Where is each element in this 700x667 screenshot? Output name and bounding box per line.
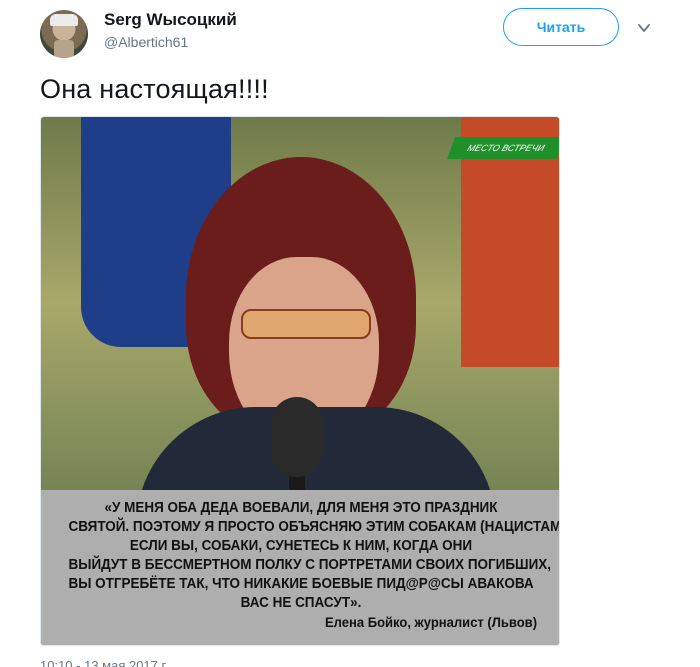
tv-banner: МЕСТО ВСТРЕЧИ — [446, 137, 559, 159]
follow-button[interactable]: Читать — [503, 8, 619, 46]
author-handle[interactable]: @Albertich61 — [104, 34, 188, 50]
quote-line: ВЫЙДУТ В БЕССМЕРТНОМ ПОЛКУ С ПОРТРЕТАМИ … — [68, 557, 552, 573]
tweet-header: Serg Wысоцкий @Albertich61 Читать — [40, 8, 670, 58]
microphone — [271, 397, 323, 477]
quote-line: СВЯТОЙ. ПОЭТОМУ Я ПРОСТО ОБЪЯСНЯЮ ЭТИМ С… — [68, 519, 560, 535]
chevron-down-icon[interactable] — [636, 20, 652, 36]
tweet-text: Она настоящая!!!! — [40, 74, 269, 104]
author-name[interactable]: Serg Wысоцкий — [104, 10, 237, 30]
quote-attribution: Елена Бойко, журналист (Львов) — [324, 614, 537, 630]
tweet-timestamp[interactable]: 10:10 - 13 мая 2017 г. — [40, 658, 168, 667]
tweet-image[interactable]: МЕСТО ВСТРЕЧИ «У МЕНЯ ОБА ДЕДА ВОЕВАЛИ, … — [40, 116, 560, 646]
quote-line: ВЫ ОТГРЕБЁТЕ ТАК, ЧТО НИКАКИЕ БОЕВЫЕ ПИД… — [68, 576, 534, 592]
glasses — [241, 309, 371, 339]
quote-text: «У МЕНЯ ОБА ДЕДА ВОЕВАЛИ, ДЛЯ МЕНЯ ЭТО П… — [68, 499, 560, 613]
quote-line: ЕСЛИ ВЫ, СОБАКИ, СУНЕТЕСЬ К НИМ, КОГДА О… — [129, 538, 473, 554]
quote-line: «У МЕНЯ ОБА ДЕДА ВОЕВАЛИ, ДЛЯ МЕНЯ ЭТО П… — [104, 500, 498, 516]
avatar[interactable] — [40, 10, 88, 58]
quote-line: ВАС НЕ СПАСУТ». — [240, 595, 362, 611]
